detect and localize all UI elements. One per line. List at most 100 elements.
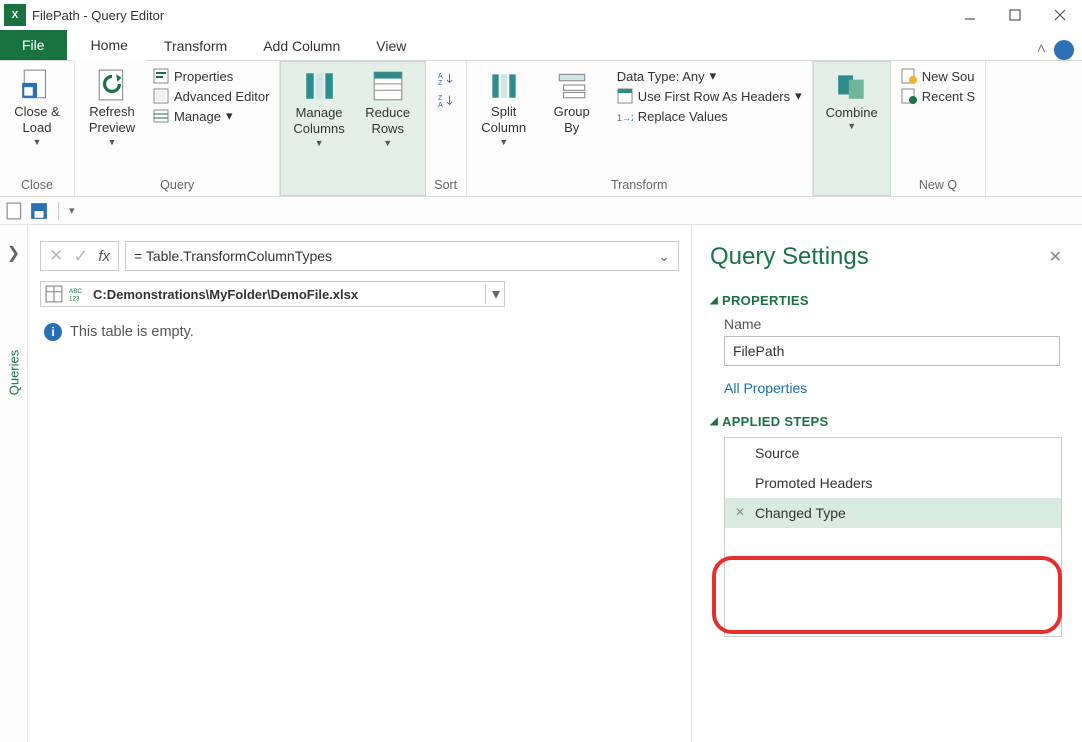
tab-home[interactable]: Home bbox=[73, 31, 146, 61]
split-column-button[interactable]: Split Column ▼ bbox=[473, 65, 535, 175]
queries-pane-collapsed[interactable]: ❯ Queries bbox=[0, 225, 28, 742]
applied-steps-list: Source Promoted Headers Changed Type bbox=[724, 437, 1062, 637]
window-title: FilePath - Query Editor bbox=[32, 8, 164, 23]
tab-file[interactable]: File bbox=[0, 30, 67, 60]
ribbon: Close & Load ▼ Close Refresh Preview ▼ P… bbox=[0, 61, 1082, 197]
manage-label: Manage bbox=[174, 109, 221, 124]
qat-save-disk-icon[interactable] bbox=[30, 202, 48, 220]
svg-text:Z: Z bbox=[438, 79, 443, 87]
replace-values-button[interactable]: 1→2 Replace Values bbox=[613, 107, 806, 125]
group-sort-label: Sort bbox=[432, 175, 460, 196]
group-new-query-label: New Q bbox=[897, 175, 979, 196]
group-combine: Combine ▼ bbox=[813, 61, 891, 196]
close-load-label: Close & Load bbox=[14, 104, 60, 137]
separator bbox=[58, 202, 59, 220]
fx-icon[interactable]: fx bbox=[98, 248, 110, 265]
formula-controls: ✕ ✓ fx bbox=[40, 241, 119, 271]
svg-text:A: A bbox=[438, 101, 443, 109]
collapse-icon: ◢ bbox=[710, 295, 718, 306]
reduce-rows-button[interactable]: Reduce Rows ▼ bbox=[357, 66, 419, 191]
sort-asc-button[interactable]: AZ bbox=[436, 69, 456, 89]
first-row-headers-button[interactable]: Use First Row As Headers ▾ bbox=[613, 87, 806, 105]
group-new-query: New Sou Recent S New Q bbox=[891, 61, 986, 196]
table-icon[interactable] bbox=[45, 285, 63, 303]
group-by-label: Group By bbox=[554, 104, 590, 137]
quick-access-toolbar: ▾ bbox=[0, 197, 1082, 225]
qat-save-icon[interactable] bbox=[6, 202, 24, 220]
formula-text: = Table.TransformColumnTypes bbox=[134, 248, 332, 264]
cancel-formula-icon[interactable]: ✕ bbox=[49, 246, 63, 266]
empty-text: This table is empty. bbox=[70, 324, 194, 340]
tab-add-column[interactable]: Add Column bbox=[245, 32, 358, 60]
close-settings-icon[interactable]: ✕ bbox=[1049, 247, 1062, 267]
column-name: C:Demonstrations\MyFolder\DemoFile.xlsx bbox=[93, 287, 479, 302]
refresh-preview-button[interactable]: Refresh Preview ▼ bbox=[81, 65, 143, 175]
reduce-rows-label: Reduce Rows bbox=[365, 105, 410, 138]
properties-button[interactable]: Properties bbox=[149, 67, 273, 85]
manage-button[interactable]: Manage ▾ bbox=[149, 107, 273, 125]
excel-icon: X bbox=[4, 4, 26, 26]
data-type-button[interactable]: Data Type: Any ▾ bbox=[613, 67, 806, 85]
accept-formula-icon[interactable]: ✓ bbox=[73, 246, 88, 267]
group-query-label: Query bbox=[81, 175, 273, 196]
dropdown-icon: ▼ bbox=[499, 137, 508, 147]
formula-bar[interactable]: = Table.TransformColumnTypes ⌄ bbox=[125, 241, 679, 271]
dropdown-icon: ▾ bbox=[226, 108, 233, 124]
manage-cols-label: Manage Columns bbox=[293, 105, 344, 138]
tab-transform[interactable]: Transform bbox=[146, 32, 245, 60]
ribbon-tabs: File Home Transform Add Column View ˄ bbox=[0, 30, 1082, 61]
applied-steps-header[interactable]: ◢ APPLIED STEPS bbox=[710, 414, 1062, 429]
steps-head-label: APPLIED STEPS bbox=[722, 414, 828, 429]
svg-text:ABC: ABC bbox=[69, 288, 82, 295]
group-columns-rows: Manage Columns ▼ Reduce Rows ▼ bbox=[280, 61, 425, 196]
advanced-editor-button[interactable]: Advanced Editor bbox=[149, 87, 273, 105]
combine-label: Combine bbox=[826, 105, 878, 121]
qat-customize-icon[interactable]: ▾ bbox=[69, 204, 75, 217]
sort-desc-button[interactable]: ZA bbox=[436, 91, 456, 111]
maximize-button[interactable] bbox=[992, 0, 1037, 30]
step-changed-type[interactable]: Changed Type bbox=[725, 498, 1061, 528]
collapse-icon: ◢ bbox=[710, 416, 718, 427]
abc123-type-icon[interactable]: ABC123 bbox=[69, 285, 87, 303]
step-source[interactable]: Source bbox=[725, 438, 1061, 468]
step-promoted-headers[interactable]: Promoted Headers bbox=[725, 468, 1061, 498]
main-area: ❯ Queries ✕ ✓ fx = Table.TransformColumn… bbox=[0, 225, 1082, 742]
properties-header[interactable]: ◢ PROPERTIES bbox=[710, 293, 1062, 308]
tab-view[interactable]: View bbox=[358, 32, 424, 60]
replace-label: Replace Values bbox=[638, 109, 728, 124]
new-source-button[interactable]: New Sou bbox=[897, 67, 979, 85]
query-name-input[interactable] bbox=[724, 336, 1060, 366]
manage-columns-button[interactable]: Manage Columns ▼ bbox=[287, 66, 350, 191]
properties-label: Properties bbox=[174, 69, 233, 84]
dropdown-icon: ▼ bbox=[383, 138, 392, 148]
svg-text:1→2: 1→2 bbox=[617, 113, 633, 123]
minimize-button[interactable] bbox=[947, 0, 992, 30]
column-filter-icon[interactable]: ▾ bbox=[485, 284, 500, 304]
properties-head-label: PROPERTIES bbox=[722, 293, 809, 308]
close-and-load-button[interactable]: Close & Load ▼ bbox=[6, 65, 68, 175]
name-label: Name bbox=[724, 316, 1062, 332]
expand-icon: ❯ bbox=[7, 243, 20, 263]
dropdown-icon: ▾ bbox=[795, 88, 802, 104]
advanced-label: Advanced Editor bbox=[174, 89, 269, 104]
new-source-label: New Sou bbox=[922, 69, 975, 84]
collapse-ribbon-icon[interactable]: ˄ bbox=[1037, 41, 1046, 59]
group-close: Close & Load ▼ Close bbox=[0, 61, 75, 196]
dropdown-icon: ▼ bbox=[33, 137, 42, 147]
refresh-label: Refresh Preview bbox=[89, 104, 135, 137]
recent-sources-button[interactable]: Recent S bbox=[897, 87, 979, 105]
help-circle-icon[interactable] bbox=[1054, 40, 1074, 60]
recent-label: Recent S bbox=[922, 89, 975, 104]
dropdown-icon: ▼ bbox=[847, 121, 856, 131]
close-button[interactable] bbox=[1037, 0, 1082, 30]
group-transform: Split Column ▼ Group By Data Type: Any ▾… bbox=[467, 61, 813, 196]
dropdown-icon: ▼ bbox=[315, 138, 324, 148]
group-by-button[interactable]: Group By bbox=[541, 65, 603, 175]
group-close-label: Close bbox=[6, 175, 68, 196]
queries-label: Queries bbox=[6, 350, 21, 396]
all-properties-link[interactable]: All Properties bbox=[724, 380, 807, 396]
dropdown-icon[interactable]: ⌄ bbox=[658, 248, 670, 265]
combine-button[interactable]: Combine ▼ bbox=[820, 66, 884, 191]
info-icon: i bbox=[44, 323, 62, 341]
column-header-row[interactable]: ABC123 C:Demonstrations\MyFolder\DemoFil… bbox=[40, 281, 505, 307]
